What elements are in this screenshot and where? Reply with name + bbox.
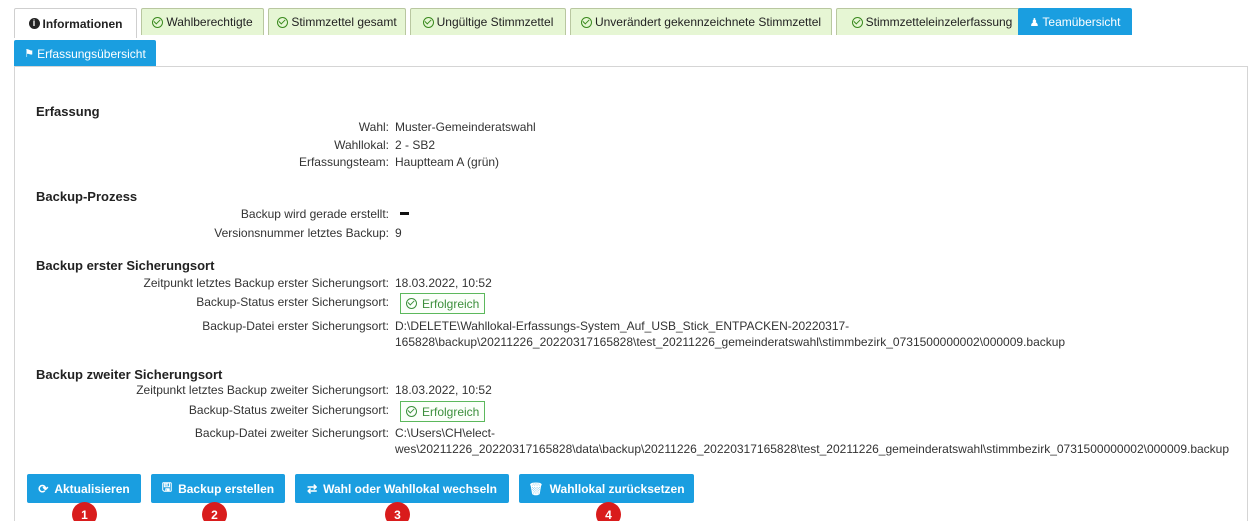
wahllokal-value: 2 - SB2 <box>395 138 436 152</box>
section-title-backup-prozess: Backup-Prozess <box>36 189 138 204</box>
switch-button[interactable]: ⇄ Wahl oder Wahllokal wechseln <box>295 474 509 503</box>
tab-bar: i Informationen Wahlberechtigte Stimmzet… <box>14 8 1248 66</box>
tab-label: Informationen <box>42 16 123 31</box>
backup-running-value <box>400 212 409 215</box>
status-badge-erster: Erfolgreich <box>400 293 486 314</box>
tab-stimmzetteleinzelerfassung[interactable]: Stimmzetteleinzelerfassung <box>836 8 1028 35</box>
datei-zweiter-label: Backup-Datei zweiter Sicherungsort: <box>194 426 389 440</box>
exchange-icon: ⇄ <box>307 481 318 496</box>
marker-4: 4 <box>596 502 621 521</box>
zeit-zweiter-label: Zeitpunkt letztes Backup zweiter Sicheru… <box>136 383 389 397</box>
switch-button-label: Wahl oder Wahllokal wechseln <box>323 481 497 496</box>
tab-label: Stimmzetteleinzelerfassung <box>865 15 1013 29</box>
zeit-erster-value: 18.03.2022, 10:52 <box>395 276 492 290</box>
check-circle-icon <box>422 16 434 28</box>
marker-3: 3 <box>385 502 410 521</box>
tab-ungueltige-stimmzettel[interactable]: Ungültige Stimmzettel <box>410 8 566 35</box>
version-value: 9 <box>395 226 402 240</box>
tab-erfassungsuebersicht[interactable]: ⚑ Erfassungsübersicht <box>14 40 156 66</box>
flag-icon: ⚑ <box>24 48 35 60</box>
wahllokal-label: Wahllokal: <box>334 138 389 152</box>
save-icon: 🖫 <box>161 480 173 494</box>
tab-stimmzettel-gesamt[interactable]: Stimmzettel gesamt <box>268 8 406 35</box>
status-zweiter-label: Backup-Status zweiter Sicherungsort: <box>188 403 389 417</box>
marker-1: 1 <box>72 502 97 521</box>
refresh-button-label: Aktualisieren <box>54 481 130 496</box>
trash-icon: 🗑 <box>528 481 544 496</box>
version-label: Versionsnummer letztes Backup: <box>214 226 389 240</box>
refresh-icon: ⟳ <box>38 481 49 496</box>
backup-button-label: Backup erstellen <box>178 481 275 496</box>
check-circle-icon <box>851 16 863 28</box>
tab-informationen[interactable]: i Informationen <box>14 8 137 38</box>
wahl-label: Wahl: <box>358 120 389 134</box>
backup-running-label: Backup wird gerade erstellt: <box>240 207 389 221</box>
reset-button-label: Wahllokal zurücksetzen <box>549 481 685 496</box>
reset-button[interactable]: 🗑 Wahllokal zurücksetzen <box>519 474 694 503</box>
status-text: Erfolgreich <box>422 296 480 311</box>
tab-label: Wahlberechtigte <box>166 15 253 29</box>
team-label: Erfassungsteam: <box>298 155 389 169</box>
datei-erster-line2: 165828\backup\20211226_20220317165828\te… <box>395 335 1066 349</box>
datei-zweiter-line1: C:\Users\CH\elect- <box>395 426 496 440</box>
tab-label: Ungültige Stimmzettel <box>436 15 554 29</box>
backup-button[interactable]: 🖫 Backup erstellen <box>151 474 285 503</box>
datei-erster-line1: D:\DELETE\Wahllokal-Erfassungs-System_Au… <box>395 319 850 333</box>
tab-teamuebersicht[interactable]: ♟ Teamübersicht <box>1018 8 1132 35</box>
team-value: Hauptteam A (grün) <box>395 155 500 169</box>
status-text: Erfolgreich <box>422 404 480 419</box>
tab-unveraendert-gekennzeichnete[interactable]: Unverändert gekennzeichnete Stimmzettel <box>570 8 832 35</box>
section-title-erfassung: Erfassung <box>36 104 100 119</box>
check-circle-icon <box>406 406 417 417</box>
check-circle-icon <box>277 16 289 28</box>
status-erster-label: Backup-Status erster Sicherungsort: <box>196 295 389 309</box>
section-title-backup-erster: Backup erster Sicherungsort <box>36 258 215 273</box>
refresh-button[interactable]: ⟳ Aktualisieren <box>27 474 141 503</box>
zeit-zweiter-value: 18.03.2022, 10:52 <box>395 383 492 397</box>
check-circle-icon <box>406 298 417 309</box>
users-icon: ♟ <box>1029 16 1040 29</box>
marker-2: 2 <box>202 502 227 521</box>
info-icon: i <box>28 18 40 29</box>
wahl-value: Muster-Gemeinderatswahl <box>395 120 536 134</box>
status-badge-zweiter: Erfolgreich <box>400 401 486 422</box>
tab-wahlberechtigte[interactable]: Wahlberechtigte <box>141 8 264 35</box>
tab-label: Stimmzettel gesamt <box>291 15 397 29</box>
datei-zweiter-line2: wes\20211226_20220317165828\data\backup\… <box>395 442 1230 456</box>
check-circle-icon <box>580 16 592 28</box>
datei-erster-label: Backup-Datei erster Sicherungsort: <box>202 319 389 333</box>
tab-label: Teamübersicht <box>1042 15 1121 29</box>
check-circle-icon <box>152 16 164 28</box>
zeit-erster-label: Zeitpunkt letztes Backup erster Sicherun… <box>143 276 389 290</box>
section-title-backup-zweiter: Backup zweiter Sicherungsort <box>36 367 223 382</box>
tab-label: Erfassungsübersicht <box>37 46 146 61</box>
tab-label: Unverändert gekennzeichnete Stimmzettel <box>594 15 822 29</box>
